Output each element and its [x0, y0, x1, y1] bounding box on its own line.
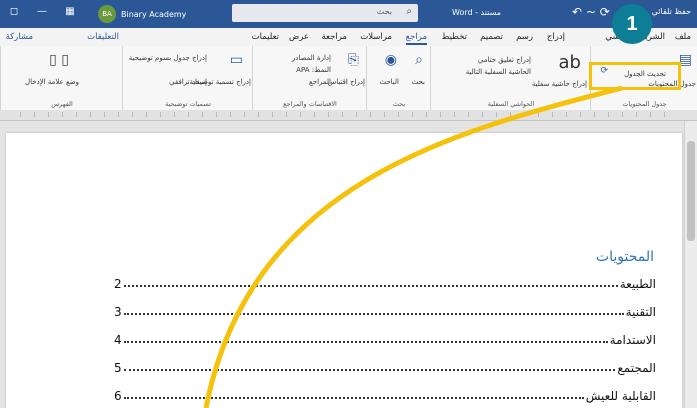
tab-references[interactable]: مراجع	[405, 32, 427, 45]
document-page[interactable]: المحتويات الطبيعة 2 التقنية 3 الاستدامة …	[6, 133, 682, 408]
captions-group: ▭ إدراج تسمية توضيحية إدراج جدول بسوم تو…	[122, 46, 253, 110]
tab-design[interactable]: تصميم	[480, 32, 503, 42]
researcher-button[interactable]: الباحث	[379, 78, 399, 86]
toc-leader	[123, 368, 616, 371]
toc-entry[interactable]: التقنية 3	[114, 299, 656, 319]
toc-entry-title: الاستدامة	[609, 333, 656, 347]
tab-layout[interactable]: تخطيط	[442, 32, 467, 42]
toc-entry-page: 3	[114, 305, 122, 319]
app-title: Word - مستند	[452, 8, 501, 17]
account-area[interactable]: BA Binary Academy	[98, 5, 186, 23]
scrollbar-thumb[interactable]	[687, 141, 695, 241]
bibliography-button[interactable]: المراجع	[309, 78, 331, 86]
undo-icon[interactable]: ↶ ~ ⟳	[572, 5, 610, 19]
insert-citation-button[interactable]: إدراج اقتباس	[328, 78, 365, 86]
toc-entry[interactable]: القابلية للعيش 6	[114, 383, 656, 403]
tab-file[interactable]: ملف	[675, 32, 691, 42]
avatar[interactable]: BA	[98, 5, 116, 23]
vertical-scrollbar[interactable]	[684, 121, 697, 408]
style-label-text: النمط:	[311, 66, 331, 74]
search-button[interactable]: بحث	[412, 78, 425, 86]
horizontal-ruler[interactable]	[0, 110, 697, 121]
minimize-icon[interactable]: —	[36, 6, 48, 18]
toc-entry-page: 4	[114, 333, 122, 347]
title-bar: ◻ — ▦ BA Binary Academy بحث ⌕ Word - مست…	[0, 0, 697, 28]
window-menu-icon[interactable]: ◻	[8, 6, 20, 18]
toc-entry[interactable]: الاستدامة 4	[114, 327, 656, 347]
insert-caption-icon[interactable]: ▭	[230, 52, 243, 68]
footnotes-group: ab إدراج حاشية سفلية إدراج تعليق ختامي ا…	[430, 46, 591, 110]
tab-view[interactable]: عرض	[289, 32, 309, 42]
toc-group-label: جدول المحتويات	[622, 100, 667, 108]
next-footnote-button[interactable]: الحاشية السفلية التالية	[466, 68, 531, 76]
ruler-ticks	[20, 112, 677, 117]
autosave-label[interactable]: حفظ تلقائي	[652, 7, 691, 16]
mark-entry-icon[interactable]: ▯ ▯	[49, 52, 69, 68]
quick-access-toolbar: ◻ — ▦	[8, 6, 76, 18]
toc-entry-page: 5	[114, 361, 122, 375]
tab-draw[interactable]: رسم	[516, 32, 533, 42]
insert-table-of-figures-button[interactable]: إدراج جدول بسوم توضيحية	[129, 54, 207, 62]
manage-sources-button[interactable]: إدارة المصادر	[292, 54, 331, 62]
research-group-label: بحث	[392, 100, 406, 108]
insert-footnote-button[interactable]: إدراج حاشية سفلية	[532, 80, 587, 88]
toc-entry-page: 6	[114, 389, 122, 403]
research-group: ⌕ ◉ بحث الباحث بحث	[366, 46, 431, 110]
share-button[interactable]: مشاركة	[6, 32, 33, 42]
toc-entry-title: القابلية للعيش	[585, 389, 656, 403]
account-name: Binary Academy	[121, 9, 187, 19]
researcher-icon[interactable]: ◉	[385, 52, 397, 68]
insert-footnote-icon[interactable]: ab	[559, 52, 581, 73]
citations-group-label: الاقتباسات والمراجع	[283, 100, 337, 108]
toc-entry[interactable]: الطبيعة 2	[114, 271, 656, 291]
style-dropdown[interactable]: APA	[296, 66, 309, 74]
toc-leader	[123, 396, 584, 399]
tab-mailings[interactable]: مراسلات	[360, 32, 392, 42]
search-box[interactable]: بحث ⌕	[232, 4, 418, 22]
search-placeholder: بحث	[376, 7, 392, 16]
restore-icon[interactable]: ▦	[64, 6, 76, 18]
search-icon: ⌕	[406, 6, 412, 17]
tab-help[interactable]: تعليمات	[252, 32, 279, 42]
document-area: المحتويات الطبيعة 2 التقنية 3 الاستدامة …	[0, 121, 697, 408]
toc-entry[interactable]: المجتمع 5	[114, 355, 656, 375]
tab-insert[interactable]: إدراج	[547, 32, 565, 42]
comments-button[interactable]: التعليقات	[87, 32, 119, 42]
mark-entry-button[interactable]: وضع علامة الإدخال	[25, 78, 79, 86]
insert-endnote-button[interactable]: إدراج تعليق ختامي	[478, 56, 531, 64]
citations-group: ⎘ إدراج اقتباس إدارة المصادر النمط: APA …	[252, 46, 367, 110]
tab-review[interactable]: مراجعة	[321, 32, 347, 42]
search-icon[interactable]: ⌕	[415, 52, 423, 68]
insert-citation-icon[interactable]: ⎘	[348, 52, 359, 68]
step-badge: 1	[612, 4, 652, 44]
index-group: ▯ ▯ وضع علامة الإدخال الفهرس	[0, 46, 123, 110]
toc-leader	[123, 312, 624, 315]
toc-entry-title: المجتمع	[617, 361, 656, 375]
toc-entry-title: التقنية	[625, 305, 656, 319]
update-table-highlight	[589, 62, 681, 90]
ribbon-tabs: ملف الشريط الرئيسي إدراج رسم تصميم تخطيط…	[0, 28, 697, 47]
footnotes-group-label: الحواشي السفلية	[487, 100, 535, 108]
toc-leader	[123, 340, 608, 343]
toc-entry-title: الطبيعة	[619, 277, 656, 291]
toc-heading: المحتويات	[595, 249, 654, 265]
style-label: النمط: APA	[296, 66, 331, 74]
cross-reference-button[interactable]: إسناد ترافقي	[169, 78, 207, 86]
toc-entry-page: 2	[114, 277, 122, 291]
captions-group-label: تسميات توضيحية	[165, 100, 211, 108]
index-group-label: الفهرس	[51, 100, 73, 108]
toc-leader	[123, 284, 618, 287]
